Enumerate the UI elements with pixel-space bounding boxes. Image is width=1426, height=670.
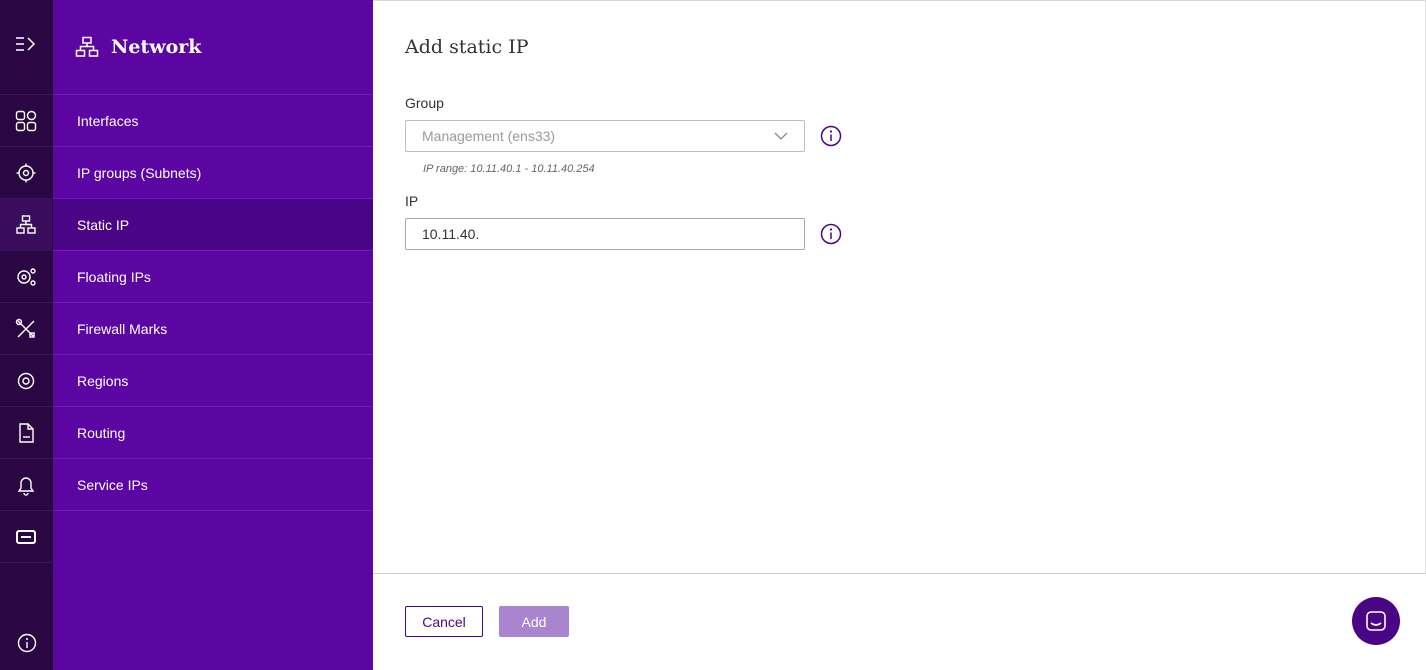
rail-regions[interactable] xyxy=(0,355,52,407)
tools-icon xyxy=(15,318,35,338)
rail-firewall-marks[interactable] xyxy=(0,303,52,355)
rail-extra[interactable] xyxy=(0,511,52,563)
nav-item-regions[interactable]: Regions xyxy=(53,355,373,407)
nav-item-ip-groups[interactable]: IP groups (Subnets) xyxy=(53,147,373,199)
divider xyxy=(373,0,1426,1)
ip-info-icon[interactable] xyxy=(820,223,842,245)
gear-share-icon xyxy=(17,267,36,286)
nav-title: Network xyxy=(111,36,202,58)
gear-location-icon xyxy=(16,163,36,182)
nav-item-label: Service IPs xyxy=(77,476,148,493)
rail-ip-groups[interactable] xyxy=(0,147,52,199)
nav-item-label: IP groups (Subnets) xyxy=(77,164,202,181)
rail-static-ip[interactable] xyxy=(0,199,52,251)
group-select[interactable]: Management (ens33) xyxy=(405,120,805,152)
info-icon xyxy=(17,633,36,653)
grid-icon xyxy=(15,110,37,131)
gear-icon xyxy=(17,372,35,389)
nav-item-routing[interactable]: Routing xyxy=(53,407,373,459)
nav-header: Network xyxy=(53,0,373,95)
chevron-down-icon xyxy=(774,132,788,140)
nav-item-label: Static IP xyxy=(77,216,130,233)
nav-item-floating-ips[interactable]: Floating IPs xyxy=(53,251,373,303)
nav-item-label: Interfaces xyxy=(77,112,139,129)
rail-routing[interactable] xyxy=(0,407,52,459)
nav-item-label: Routing xyxy=(77,424,126,441)
expand-menu-icon xyxy=(16,37,36,51)
ip-field[interactable] xyxy=(405,218,805,250)
cancel-button[interactable]: Cancel xyxy=(405,606,483,637)
ip-input[interactable] xyxy=(422,226,782,242)
chat-icon xyxy=(1366,611,1386,631)
rail-info-button[interactable] xyxy=(0,616,53,670)
rail-interfaces[interactable] xyxy=(0,95,52,147)
rail-service-ips[interactable] xyxy=(0,459,52,511)
network-icon xyxy=(75,36,99,57)
nav-item-static-ip[interactable]: Static IP xyxy=(53,199,373,251)
group-label: Group xyxy=(405,95,444,111)
icon-rail xyxy=(0,0,53,670)
network-icon xyxy=(16,214,36,234)
network-nav: Network Interfaces IP groups (Subnets) S… xyxy=(53,0,373,670)
rail-floating-ips[interactable] xyxy=(0,251,52,303)
log-file-icon xyxy=(19,422,34,443)
group-info-icon[interactable] xyxy=(820,125,842,147)
expand-menu-button[interactable] xyxy=(0,0,52,95)
add-button[interactable]: Add xyxy=(499,606,569,637)
nav-item-label: Regions xyxy=(77,372,129,389)
main-panel: Add static IP Group Management (ens33) I… xyxy=(373,0,1426,670)
chat-launcher-button[interactable] xyxy=(1352,597,1400,645)
page-title: Add static IP xyxy=(405,36,529,58)
group-select-value: Management (ens33) xyxy=(422,128,556,144)
ip-range-hint: IP range: 10.11.40.1 - 10.11.40.254 xyxy=(423,163,595,175)
ip-label: IP xyxy=(405,193,419,209)
nav-item-label: Floating IPs xyxy=(77,268,151,285)
bell-icon xyxy=(17,476,35,496)
ticket-icon xyxy=(16,529,36,544)
nav-item-label: Firewall Marks xyxy=(77,320,168,337)
nav-item-interfaces[interactable]: Interfaces xyxy=(53,95,373,147)
nav-item-service-ips[interactable]: Service IPs xyxy=(53,459,373,511)
footer-divider xyxy=(373,573,1426,574)
nav-item-firewall-marks[interactable]: Firewall Marks xyxy=(53,303,373,355)
